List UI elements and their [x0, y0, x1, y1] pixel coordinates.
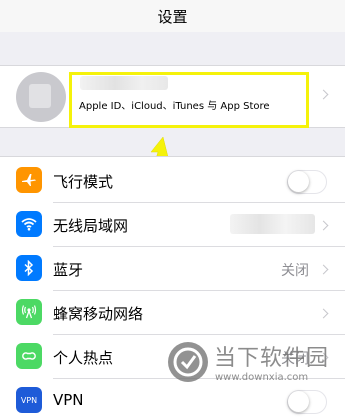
bluetooth-status: 关闭: [281, 263, 309, 279]
vpn-icon: VPN: [16, 387, 42, 413]
chevron-right-icon: [318, 89, 329, 100]
blurred-account-name: [80, 76, 168, 90]
settings-row-label: 蓝牙: [53, 261, 84, 279]
airplane-mode-toggle[interactable]: [287, 170, 327, 194]
settings-row-bluetooth[interactable]: 蓝牙 关闭: [0, 247, 345, 291]
settings-row-label: 飞行模式: [53, 173, 114, 191]
avatar: [16, 72, 66, 122]
settings-row-wifi[interactable]: 无线局域网: [0, 203, 345, 247]
settings-row-airplane-mode[interactable]: 飞行模式: [0, 159, 345, 203]
settings-row-personal-hotspot[interactable]: 个人热点 关闭: [0, 335, 345, 379]
vpn-icon-text: VPN: [20, 395, 38, 405]
wifi-icon: [16, 211, 42, 237]
chevron-right-icon: [318, 264, 329, 275]
settings-row-cellular[interactable]: 蜂窝移动网络: [0, 291, 345, 335]
vpn-toggle[interactable]: [287, 390, 327, 414]
chevron-right-icon: [318, 352, 329, 363]
apple-id-subtitle: Apple ID、iCloud、iTunes 与 App Store: [79, 101, 270, 112]
settings-row-label: 蜂窝移动网络: [53, 305, 144, 323]
settings-row-label: 个人热点: [53, 349, 114, 367]
page-title: 设置: [157, 7, 188, 26]
hotspot-icon: [16, 343, 42, 369]
blurred-network-name: [230, 214, 315, 234]
chevron-right-icon: [318, 220, 329, 231]
settings-row-label: VPN: [53, 391, 84, 409]
settings-row-label: 无线局域网: [53, 217, 129, 235]
settings-row-vpn[interactable]: VPN VPN: [0, 379, 345, 420]
bluetooth-icon: [16, 255, 42, 281]
navigation-bar: 设置: [0, 0, 345, 32]
cellular-icon: [16, 299, 42, 325]
settings-list: 飞行模式 无线局域网 蓝牙 关闭 蜂窝移动网络 个人热点 关闭 VPN VPN: [0, 156, 345, 420]
airplane-icon: [16, 167, 42, 193]
hotspot-status: 关闭: [281, 351, 309, 367]
chevron-right-icon: [318, 308, 329, 319]
